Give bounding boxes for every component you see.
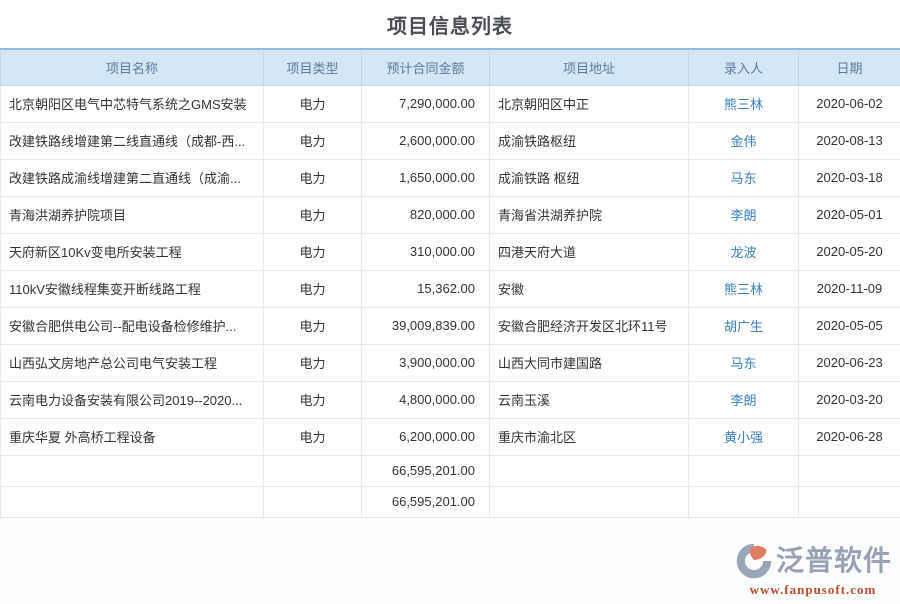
table-row: 天府新区10Kv变电所安装工程电力310,000.00四港天府大道龙波2020-… <box>1 233 900 270</box>
project-name-cell: 重庆华夏 外高桥工程设备 <box>1 418 264 455</box>
contract-amount-cell: 6,200,000.00 <box>362 418 490 455</box>
page-title: 项目信息列表 <box>0 0 900 48</box>
project-type-cell: 电力 <box>264 85 362 122</box>
project-address-cell: 云南玉溪 <box>490 381 689 418</box>
projects-table: 项目名称 项目类型 预计合同金额 项目地址 录入人 日期 北京朝阳区电气中芯特气… <box>0 48 900 518</box>
project-type-cell: 电力 <box>264 233 362 270</box>
enterer-cell[interactable]: 李朗 <box>689 381 799 418</box>
table-row: 安徽合肥供电公司--配电设备检修维护...电力39,009,839.00安徽合肥… <box>1 307 900 344</box>
project-name-cell: 天府新区10Kv变电所安装工程 <box>1 233 264 270</box>
contract-amount-cell: 4,800,000.00 <box>362 381 490 418</box>
contract-amount-cell: 3,900,000.00 <box>362 344 490 381</box>
project-type-cell: 电力 <box>264 270 362 307</box>
date-cell: 2020-03-18 <box>799 159 900 196</box>
date-cell: 2020-05-05 <box>799 307 900 344</box>
table-row: 改建铁路成渝线增建第二直通线（成渝...电力1,650,000.00成渝铁路 枢… <box>1 159 900 196</box>
project-address-cell: 青海省洪湖养护院 <box>490 196 689 233</box>
project-address-cell: 重庆市渝北区 <box>490 418 689 455</box>
enterer-cell[interactable]: 熊三林 <box>689 85 799 122</box>
grand-total-amount: 66,595,201.00 <box>362 486 490 517</box>
project-type-cell: 电力 <box>264 122 362 159</box>
header-date: 日期 <box>799 49 900 85</box>
grand-total-row: 66,595,201.00 <box>1 486 900 517</box>
project-name-cell: 安徽合肥供电公司--配电设备检修维护... <box>1 307 264 344</box>
header-project-name: 项目名称 <box>1 49 264 85</box>
date-cell: 2020-05-01 <box>799 196 900 233</box>
contract-amount-cell: 2,600,000.00 <box>362 122 490 159</box>
date-cell: 2020-03-20 <box>799 381 900 418</box>
contract-amount-cell: 15,362.00 <box>362 270 490 307</box>
table-body: 北京朝阳区电气中芯特气系统之GMS安装电力7,290,000.00北京朝阳区中正… <box>1 85 900 455</box>
table-row: 山西弘文房地产总公司电气安装工程电力3,900,000.00山西大同市建国路马东… <box>1 344 900 381</box>
table-header: 项目名称 项目类型 预计合同金额 项目地址 录入人 日期 <box>1 49 900 85</box>
enterer-cell[interactable]: 马东 <box>689 159 799 196</box>
table-row: 重庆华夏 外高桥工程设备电力6,200,000.00重庆市渝北区黄小强2020-… <box>1 418 900 455</box>
enterer-cell[interactable]: 金伟 <box>689 122 799 159</box>
header-contract-amount: 预计合同金额 <box>362 49 490 85</box>
project-name-cell: 青海洪湖养护院项目 <box>1 196 264 233</box>
date-cell: 2020-08-13 <box>799 122 900 159</box>
project-name-cell: 110kV安徽线程集变开断线路工程 <box>1 270 264 307</box>
enterer-cell[interactable]: 胡广生 <box>689 307 799 344</box>
enterer-cell[interactable]: 龙波 <box>689 233 799 270</box>
project-address-cell: 成渝铁路 枢纽 <box>490 159 689 196</box>
table-row: 改建铁路线增建第二线直通线（成都-西...电力2,600,000.00成渝铁路枢… <box>1 122 900 159</box>
header-project-type: 项目类型 <box>264 49 362 85</box>
table-footer: 66,595,201.00 66,595,201.00 <box>1 455 900 517</box>
table-row: 北京朝阳区电气中芯特气系统之GMS安装电力7,290,000.00北京朝阳区中正… <box>1 85 900 122</box>
contract-amount-cell: 310,000.00 <box>362 233 490 270</box>
project-address-cell: 安徽 <box>490 270 689 307</box>
date-cell: 2020-06-28 <box>799 418 900 455</box>
contract-amount-cell: 39,009,839.00 <box>362 307 490 344</box>
subtotal-amount: 66,595,201.00 <box>362 455 490 486</box>
date-cell: 2020-05-20 <box>799 233 900 270</box>
fanpu-logo-icon <box>734 541 774 581</box>
page-footer: 泛普软件 www.fanpusoft.com <box>0 518 900 604</box>
date-cell: 2020-06-02 <box>799 85 900 122</box>
project-address-cell: 安徽合肥经济开发区北环11号 <box>490 307 689 344</box>
subtotal-row: 66,595,201.00 <box>1 455 900 486</box>
project-address-cell: 山西大同市建国路 <box>490 344 689 381</box>
contract-amount-cell: 1,650,000.00 <box>362 159 490 196</box>
project-type-cell: 电力 <box>264 307 362 344</box>
table-row: 青海洪湖养护院项目电力820,000.00青海省洪湖养护院李朗2020-05-0… <box>1 196 900 233</box>
project-type-cell: 电力 <box>264 196 362 233</box>
enterer-cell[interactable]: 李朗 <box>689 196 799 233</box>
contract-amount-cell: 820,000.00 <box>362 196 490 233</box>
project-name-cell: 山西弘文房地产总公司电气安装工程 <box>1 344 264 381</box>
fanpu-brand[interactable]: 泛普软件 www.fanpusoft.com <box>734 541 892 598</box>
project-type-cell: 电力 <box>264 344 362 381</box>
project-name-cell: 改建铁路成渝线增建第二直通线（成渝... <box>1 159 264 196</box>
enterer-cell[interactable]: 熊三林 <box>689 270 799 307</box>
project-type-cell: 电力 <box>264 418 362 455</box>
header-project-address: 项目地址 <box>490 49 689 85</box>
enterer-cell[interactable]: 黄小强 <box>689 418 799 455</box>
table-row: 云南电力设备安装有限公司2019--2020...电力4,800,000.00云… <box>1 381 900 418</box>
project-name-cell: 云南电力设备安装有限公司2019--2020... <box>1 381 264 418</box>
date-cell: 2020-06-23 <box>799 344 900 381</box>
project-address-cell: 北京朝阳区中正 <box>490 85 689 122</box>
project-type-cell: 电力 <box>264 159 362 196</box>
enterer-cell[interactable]: 马东 <box>689 344 799 381</box>
contract-amount-cell: 7,290,000.00 <box>362 85 490 122</box>
brand-name: 泛普软件 <box>776 547 892 575</box>
project-name-cell: 北京朝阳区电气中芯特气系统之GMS安装 <box>1 85 264 122</box>
project-address-cell: 四港天府大道 <box>490 233 689 270</box>
table-row: 110kV安徽线程集变开断线路工程电力15,362.00安徽熊三林2020-11… <box>1 270 900 307</box>
project-name-cell: 改建铁路线增建第二线直通线（成都-西... <box>1 122 264 159</box>
date-cell: 2020-11-09 <box>799 270 900 307</box>
project-address-cell: 成渝铁路枢纽 <box>490 122 689 159</box>
header-enterer: 录入人 <box>689 49 799 85</box>
brand-website-link[interactable]: www.fanpusoft.com <box>734 582 892 598</box>
project-type-cell: 电力 <box>264 381 362 418</box>
